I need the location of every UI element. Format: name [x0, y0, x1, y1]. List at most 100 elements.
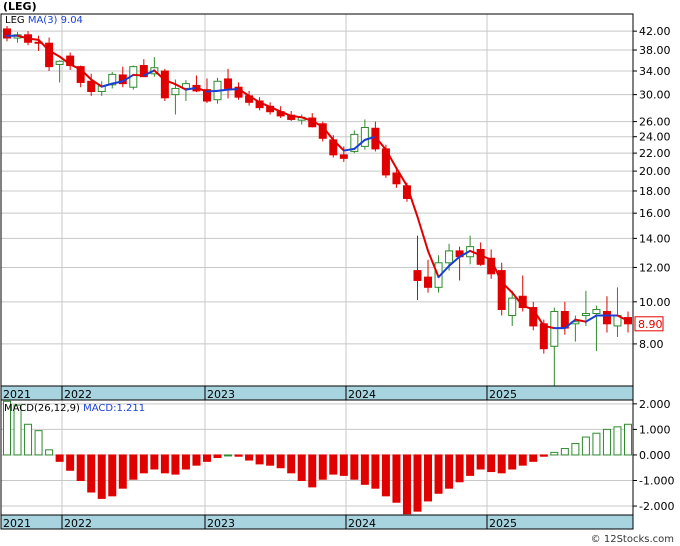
macd-value-label: MACD:1.211	[83, 403, 146, 414]
macd-bar	[192, 454, 201, 466]
price-tick-label: 38.00	[639, 44, 671, 57]
macd-bar	[434, 454, 443, 494]
macd-legend: MACD(26,12,9) MACD:1.211	[4, 403, 145, 415]
macd-bar	[371, 454, 380, 489]
macd-bar	[34, 430, 43, 456]
macd-bar	[255, 454, 264, 465]
year-label: 2025	[489, 388, 517, 401]
ma-segment	[416, 215, 430, 252]
macd-bar	[24, 423, 33, 456]
macd-bar	[381, 454, 390, 497]
candle-body	[413, 270, 422, 281]
legend-ma-label: MA(3)	[27, 15, 58, 26]
candle-body	[224, 78, 233, 89]
macd-bar	[508, 454, 517, 470]
ma-segment	[584, 314, 598, 323]
macd-tick-label: 1.000	[639, 423, 671, 436]
macd-bar	[581, 436, 590, 456]
ma-line	[6, 34, 629, 330]
price-panel-frame	[0, 13, 634, 387]
candle-body	[508, 297, 517, 317]
macd-bar	[129, 454, 138, 480]
macd-label: MACD(26,12,9)	[4, 403, 80, 414]
price-tick-label: 8.00	[639, 338, 664, 351]
price-tick-label: 16.00	[639, 207, 671, 220]
ma-segment	[27, 37, 40, 41]
year-label: 2023	[207, 517, 235, 530]
ma-segment	[205, 89, 219, 93]
candle-body	[445, 250, 454, 264]
ticker-title: (LEG)	[3, 0, 37, 13]
candle-body	[360, 127, 369, 147]
macd-bar	[402, 454, 411, 515]
price-tick-label: 20.00	[639, 165, 671, 178]
macd-bar	[592, 432, 601, 456]
macd-tick-label: -1.000	[639, 475, 674, 488]
macd-bar	[360, 454, 369, 485]
year-label: 2022	[64, 388, 92, 401]
price-tick-label: 34.00	[639, 65, 671, 78]
year-label: 2024	[348, 388, 376, 401]
macd-bar	[45, 449, 54, 456]
macd-bar	[287, 454, 296, 474]
macd-panel-frame	[0, 399, 634, 516]
macd-bar	[266, 454, 275, 466]
macd-bar	[539, 454, 548, 457]
macd-bar	[276, 454, 285, 469]
ma-segment	[290, 114, 303, 119]
macd-bar	[497, 454, 506, 474]
macd-bar	[613, 426, 622, 456]
macd-bar	[424, 454, 433, 502]
macd-bar	[350, 454, 359, 480]
year-label: 2021	[3, 388, 31, 401]
macd-bar	[487, 454, 496, 473]
candle-body	[392, 172, 401, 185]
last-price-label: 8.90	[638, 318, 663, 331]
price-tick-label: 12.00	[639, 261, 671, 274]
price-grid	[0, 14, 633, 386]
candle-body	[87, 80, 96, 93]
macd-bar	[139, 454, 148, 474]
year-label: 2022	[64, 517, 92, 530]
macd-bar	[445, 454, 454, 489]
candle-body	[160, 70, 169, 99]
macd-bar	[329, 454, 338, 475]
year-label: 2025	[489, 517, 517, 530]
macd-bar	[118, 454, 127, 489]
candle-body	[539, 323, 548, 350]
macd-bar	[87, 454, 96, 493]
macd-bar	[108, 454, 117, 497]
candle-body	[581, 312, 590, 317]
macd-tick-label: 0.000	[639, 449, 671, 462]
macd-bar	[318, 454, 327, 480]
macd-bar	[602, 428, 611, 456]
macd-bar	[160, 454, 169, 474]
macd-bar	[550, 451, 559, 456]
macd-bar	[339, 454, 348, 476]
macd-bar	[518, 454, 527, 466]
price-tick-label: 10.00	[639, 296, 671, 309]
year-label: 2023	[207, 388, 235, 401]
panel-frames	[0, 13, 634, 530]
stock-chart: 42.00 38.00 34.00 30.00 26.00 24.00 22.00 20.00…	[0, 13, 674, 530]
macd-bar	[66, 454, 75, 471]
candle-body	[424, 276, 433, 288]
macd-grid	[0, 400, 633, 515]
year-label: 2024	[348, 517, 376, 530]
macd-bar	[560, 448, 569, 456]
year-label: 2021	[3, 517, 31, 530]
macd-bar	[297, 454, 306, 482]
ma-segment	[227, 88, 240, 91]
macd-bar	[181, 454, 190, 470]
macd-bar	[224, 454, 233, 457]
price-tick-label: 26.00	[639, 116, 671, 129]
legend-symbol: LEG	[5, 15, 25, 26]
ma-segment	[132, 73, 145, 77]
macd-bars	[3, 400, 632, 515]
macd-bar	[571, 442, 580, 456]
macd-bar	[392, 454, 401, 503]
candle-series	[3, 25, 632, 386]
price-tick-label: 22.00	[639, 147, 671, 160]
candle-body	[592, 309, 601, 314]
credit-text: © 12Stocks.com	[590, 534, 674, 545]
